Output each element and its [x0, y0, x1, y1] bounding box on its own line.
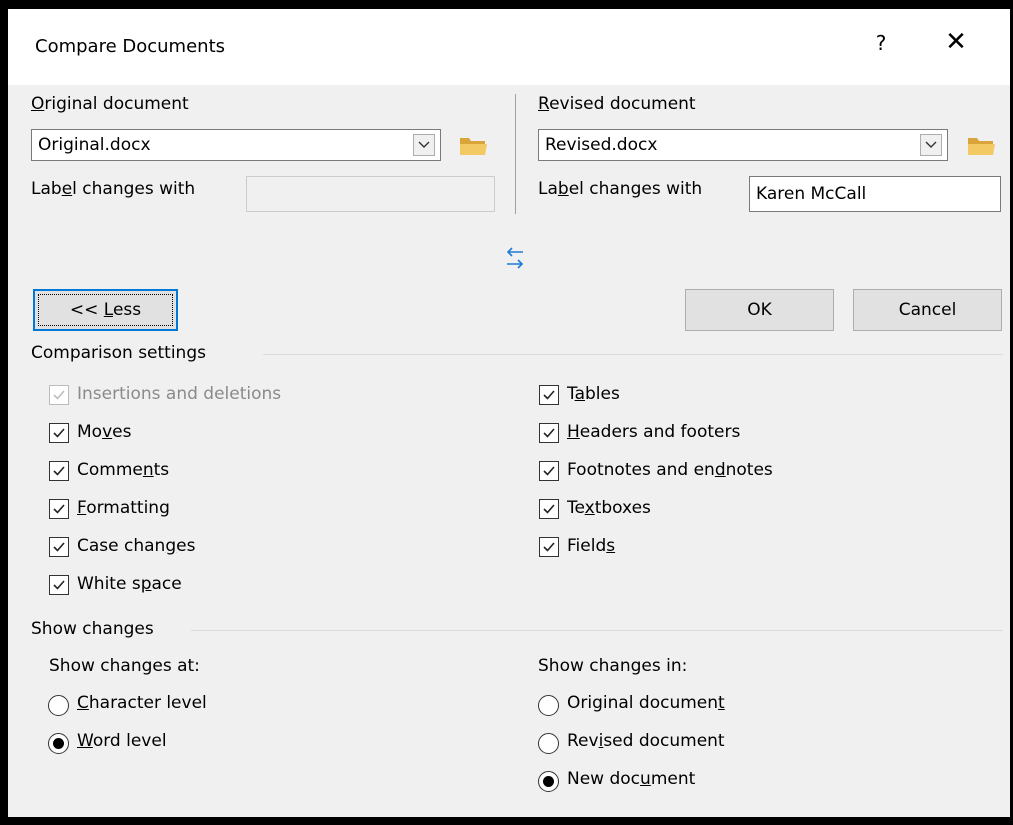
compare-documents-dialog: Compare Documents ? ✕ Original document … [8, 9, 1010, 817]
comparison-settings-divider [263, 354, 1003, 355]
checkmark-icon [53, 428, 65, 438]
cancel-button[interactable]: Cancel [853, 289, 1002, 331]
original-label-changes-mnemonic: e [61, 179, 73, 199]
original-dropdown-button[interactable] [413, 134, 435, 156]
checkmark-icon [543, 466, 555, 476]
new-document-option-label: New document [567, 769, 696, 789]
original-document-value: Original.docx [38, 135, 151, 155]
comments-label: Comments [77, 460, 170, 480]
show-changes-in-label: Show changes in: [538, 656, 688, 676]
swap-arrows-icon[interactable] [503, 245, 527, 271]
title-bar: Compare Documents ? ✕ [8, 9, 1010, 85]
checkmark-icon [53, 542, 65, 552]
new-document-radio[interactable] [538, 771, 559, 792]
case-changes-checkbox[interactable] [49, 537, 69, 557]
word-level-radio[interactable] [48, 733, 69, 754]
ok-button-label: OK [747, 300, 772, 320]
moves-label: Moves [77, 422, 132, 442]
original-label-changes-part2: l changes with [72, 179, 196, 199]
original-document-label: Original document [31, 94, 189, 114]
revised-document-option-label: Revised document [567, 731, 725, 751]
revised-label-changes-input[interactable]: Karen McCall [749, 176, 1001, 212]
revised-document-label: Revised document [538, 94, 696, 114]
checkmark-icon [543, 428, 555, 438]
cancel-button-label: Cancel [898, 300, 957, 320]
revised-label-changes-part1: La [538, 179, 558, 199]
revised-label-mnemonic: R [538, 94, 550, 114]
checkmark-icon [53, 390, 65, 400]
original-label-mnemonic: O [31, 94, 45, 114]
original-document-radio[interactable] [538, 695, 559, 716]
show-changes-heading: Show changes [31, 619, 154, 639]
character-level-radio[interactable] [48, 695, 69, 716]
insertions-deletions-checkbox [49, 385, 69, 405]
formatting-checkbox[interactable] [49, 499, 69, 519]
ok-button[interactable]: OK [685, 289, 834, 331]
white-space-checkbox[interactable] [49, 575, 69, 595]
textboxes-checkbox[interactable] [539, 499, 559, 519]
radio-selected-dot [53, 738, 64, 749]
formatting-label: Formatting [77, 498, 170, 518]
revised-label-rest: evised document [549, 94, 696, 114]
headers-footers-label: Headers and footers [567, 422, 741, 442]
focus-rectangle [38, 294, 173, 326]
textboxes-label: Textboxes [567, 498, 651, 518]
checkmark-icon [543, 542, 555, 552]
revised-document-combo[interactable]: Revised.docx [538, 129, 948, 161]
help-button[interactable]: ? [871, 31, 891, 55]
word-level-label: Word level [77, 731, 167, 751]
folder-icon[interactable] [966, 133, 996, 157]
original-label-rest: riginal document [44, 94, 189, 114]
revised-label-changes-text: Label changes with [538, 179, 702, 199]
show-changes-at-label: Show changes at: [49, 656, 200, 676]
revised-document-radio[interactable] [538, 733, 559, 754]
revised-dropdown-button[interactable] [920, 134, 942, 156]
tables-label: Tables [567, 384, 620, 404]
radio-selected-dot [543, 776, 554, 787]
fields-label: Fields [567, 536, 616, 556]
original-label-changes-input [246, 176, 495, 212]
checkmark-icon [543, 390, 555, 400]
checkmark-icon [53, 466, 65, 476]
footnotes-endnotes-checkbox[interactable] [539, 461, 559, 481]
moves-checkbox[interactable] [49, 423, 69, 443]
chevron-down-icon [418, 141, 430, 148]
revised-document-value: Revised.docx [545, 135, 658, 155]
original-label-changes-text: Label changes with [31, 179, 195, 199]
revised-label-changes-value: Karen McCall [756, 184, 867, 204]
original-document-option-label: Original document [567, 693, 725, 713]
show-changes-divider [191, 630, 1003, 631]
dialog-title: Compare Documents [35, 36, 226, 57]
comments-checkbox[interactable] [49, 461, 69, 481]
checkmark-icon [543, 504, 555, 514]
fields-checkbox[interactable] [539, 537, 559, 557]
headers-footers-checkbox[interactable] [539, 423, 559, 443]
close-button[interactable]: ✕ [943, 27, 969, 57]
folder-icon[interactable] [458, 133, 488, 157]
case-changes-label: Case changes [77, 536, 196, 556]
tables-checkbox[interactable] [539, 385, 559, 405]
footnotes-endnotes-label: Footnotes and endnotes [567, 460, 773, 480]
comparison-settings-heading: Comparison settings [31, 343, 206, 363]
white-space-label: White space [77, 574, 182, 594]
insertions-deletions-label: Insertions and deletions [77, 384, 282, 404]
character-level-label: Character level [77, 693, 207, 713]
checkmark-icon [53, 504, 65, 514]
chevron-down-icon [925, 141, 937, 148]
original-document-combo[interactable]: Original.docx [31, 129, 441, 161]
less-button[interactable]: << Less [33, 289, 178, 331]
revised-label-changes-mnemonic: b [557, 179, 569, 199]
original-label-changes-part1: Lab [31, 179, 62, 199]
revised-label-changes-part2: el changes with [568, 179, 703, 199]
checkmark-icon [53, 580, 65, 590]
vertical-divider [515, 94, 516, 214]
